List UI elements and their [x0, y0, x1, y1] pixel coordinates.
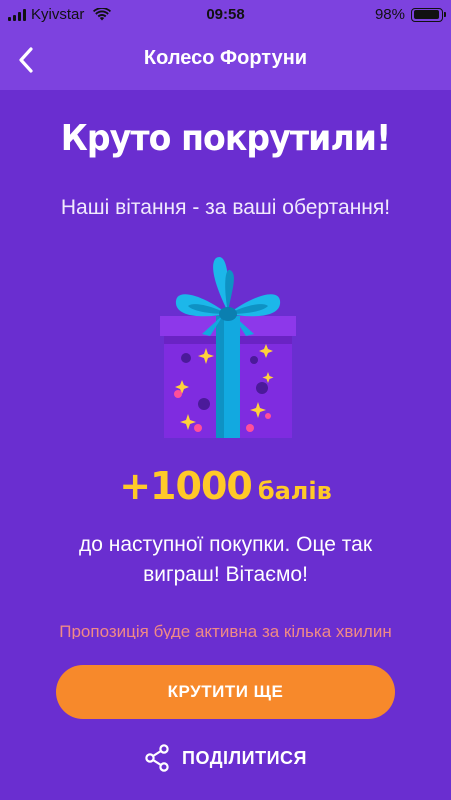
page-title: Колесо Фортуни: [143, 47, 308, 69]
status-right: 98%: [374, 6, 446, 23]
battery-fill: [413, 10, 439, 19]
share-button[interactable]: ПОДІЛИТИСЯ: [0, 744, 451, 772]
share-icon: [145, 744, 169, 772]
points-reward: +1000 балів: [0, 464, 451, 508]
points-unit: балів: [257, 477, 332, 505]
status-bar: Kyivstar 09:58 98%: [0, 0, 451, 30]
result-description: до наступної покупки. Оце так виграш! Ві…: [78, 533, 373, 586]
result-subtitle: Наші вітання - за ваші обертання!: [60, 196, 391, 219]
battery-icon: [411, 7, 446, 22]
offer-note-text: Пропозиція буде активна за кілька хвилин: [59, 622, 392, 639]
nav-bar: Колесо Фортуни: [0, 30, 451, 90]
offer-note: Пропозиція буде активна за кілька хвилин: [0, 619, 451, 639]
result-headline: Круто покрутили!: [60, 118, 391, 159]
share-label: ПОДІЛИТИСЯ: [182, 747, 307, 768]
points-amount: +1000: [119, 464, 253, 508]
battery-percent: 98%: [374, 6, 405, 23]
spin-again-button[interactable]: КРУТИТИ ЩЕ: [56, 665, 395, 719]
gift-box-icon: [160, 256, 296, 438]
